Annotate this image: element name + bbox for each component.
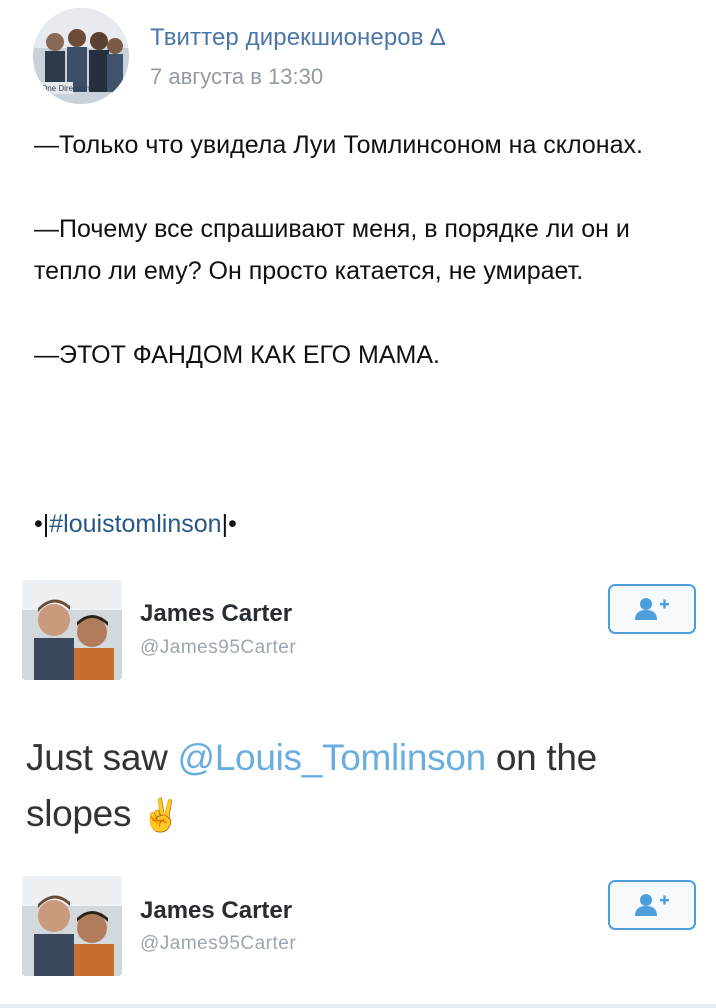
victory-hand-emoji: ✌	[141, 797, 181, 833]
post-date[interactable]: 7 августа в 13:30	[150, 64, 323, 90]
tweet-author-name: James Carter	[140, 600, 293, 627]
tweet-author-handle: @James95Carter	[140, 637, 297, 658]
bottom-divider	[0, 1004, 716, 1008]
avatar-logo-text: One Direction	[41, 84, 90, 93]
post-paragraph: —ЭТОТ ФАНДОМ КАК ЕГО МАМА.	[34, 341, 441, 369]
post-text: —Только что увидела Луи Томлинсоном на с…	[34, 124, 694, 418]
tweet-author-avatar	[22, 580, 122, 680]
hashtag-suffix: |•	[221, 510, 237, 538]
follow-button-repeat	[608, 880, 696, 930]
tweet-author-avatar-repeat	[22, 876, 122, 976]
hashtag-link[interactable]: #louistomlinson	[49, 510, 221, 538]
tweet-author-handle-repeat: @James95Carter	[140, 933, 297, 954]
author-photo	[22, 580, 122, 680]
post-paragraph: —Почему все спрашивают меня, в порядке л…	[34, 215, 630, 285]
author-photo	[22, 876, 122, 976]
tweet-text-start: Just saw	[26, 737, 178, 778]
tweet-author-name-repeat: James Carter	[140, 897, 293, 924]
hashtag-line: •|#louistomlinson|•	[34, 510, 237, 539]
group-name-link[interactable]: Твиттер дирекшионеров ∆	[150, 24, 445, 52]
tweet-mention: @Louis_Tomlinson	[177, 737, 487, 778]
add-user-icon	[635, 598, 669, 620]
vk-post: One Direction Твиттер дирекшионеров ∆ 7 …	[0, 0, 716, 560]
add-user-icon	[635, 894, 669, 916]
group-avatar-image: One Direction	[33, 8, 129, 104]
group-avatar[interactable]: One Direction	[33, 8, 129, 104]
post-paragraph: —Только что увидела Луи Томлинсоном на с…	[34, 131, 643, 159]
follow-button	[608, 584, 696, 634]
tweet-text: Just saw @Louis_Tomlinson on the slopes …	[26, 730, 686, 843]
hashtag-prefix: •|	[34, 510, 50, 538]
